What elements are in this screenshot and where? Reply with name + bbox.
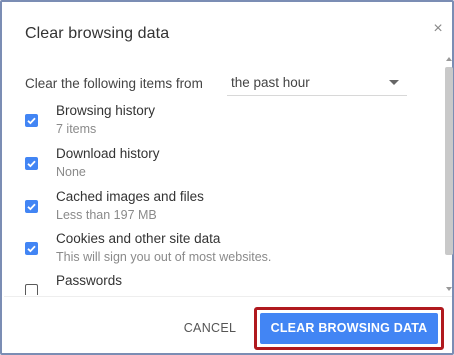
option-detail: 7 items (56, 122, 97, 136)
dropdown-arrow-icon (389, 80, 399, 85)
option-detail: None (56, 165, 86, 179)
time-range-dropdown[interactable]: the past hour (227, 68, 407, 96)
option-detail: Less than 197 MB (56, 208, 157, 222)
option-label: Cookies and other site data (56, 231, 221, 246)
checkbox-checked-icon[interactable] (25, 200, 38, 213)
close-icon[interactable]: × (428, 19, 448, 39)
option-passwords[interactable]: Passwords (25, 273, 425, 295)
checkbox-unchecked-icon[interactable] (25, 284, 38, 295)
scroll-down-icon[interactable] (446, 287, 452, 291)
dialog-title: Clear browsing data (25, 25, 170, 42)
scrollbar[interactable] (445, 55, 453, 295)
option-label: Browsing history (56, 103, 156, 118)
footer-divider (4, 296, 452, 297)
cancel-button[interactable]: CANCEL (170, 312, 250, 344)
clear-browsing-data-dialog: Clear browsing data × Clear the followin… (0, 0, 454, 355)
checkbox-checked-icon[interactable] (25, 157, 38, 170)
scroll-up-icon[interactable] (446, 57, 452, 61)
scrollbar-thumb[interactable] (445, 67, 453, 255)
option-label: Cached images and files (56, 189, 204, 204)
time-range-label: Clear the following items from (25, 76, 203, 91)
checkbox-checked-icon[interactable] (25, 114, 38, 127)
option-detail: This will sign you out of most websites. (56, 250, 272, 264)
clear-browsing-data-button[interactable]: CLEAR BROWSING DATA (260, 313, 438, 344)
checkbox-checked-icon[interactable] (25, 242, 38, 255)
option-label: Download history (56, 146, 160, 161)
option-label: Passwords (56, 273, 123, 288)
time-range-value: the past hour (231, 75, 310, 90)
